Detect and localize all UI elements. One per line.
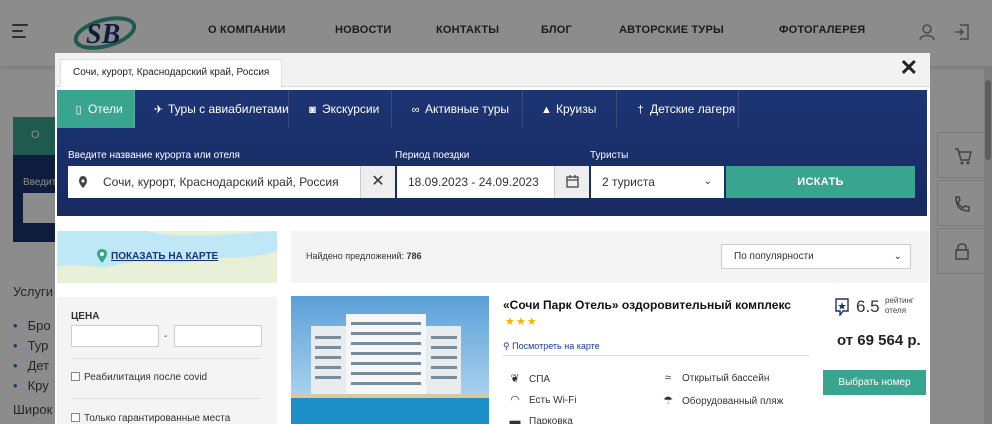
ship-icon: ▲ [541,104,552,116]
camera-icon: ◙ [309,104,316,116]
amenity-wifi: ◠ Есть Wi-Fi [507,393,576,406]
bicycle-icon: ∞ [411,104,420,116]
price-from-input[interactable] [71,325,159,347]
hotel-photo[interactable] [291,296,489,424]
tab-label: Детские лагеря [650,102,736,116]
covid-rehab-checkbox[interactable]: Реабилитация после covid [71,372,207,383]
plane-icon: ✈ [153,104,164,116]
swimmer-icon: ≈ [664,372,672,384]
found-label: Найдено предложений: [306,251,405,261]
tourists-label: Туристы [590,150,629,161]
clear-destination-icon[interactable]: ✕ [360,166,395,198]
search-tabs: ▯ Отели ✈ Туры с авиабилетами ◙ Экскурсии ∞… [57,90,927,128]
amenity-label: Оборудованный пляж [682,396,784,407]
results-bar: Найдено предложений: 786 По популярности… [291,231,929,283]
sort-value: По популярности [734,251,814,262]
amenity-spa: ❦ СПА [507,372,550,385]
hotel-map-link-label: Посмотреть на карте [512,341,600,351]
tab-hotels[interactable]: ▯ Отели [57,90,135,128]
filters-panel: ЦЕНА - Реабилитация после covid Только г… [57,297,277,424]
period-label: Период поездки [395,150,470,161]
tab-kids-camps[interactable]: † Детские лагеря [619,90,739,128]
search-panel: ▯ Отели ✈ Туры с авиабилетами ◙ Экскурсии ∞… [57,90,927,216]
search-modal: Сочи, курорт, Краснодарский край, Россия… [55,53,930,424]
amenity-label: Парковка [529,416,573,424]
chevron-down-icon: ⌄ [703,176,712,187]
checkbox-label: Только гарантированные места [84,413,231,424]
calendar-icon[interactable] [554,166,589,198]
guaranteed-places-checkbox[interactable]: Только гарантированные места [71,413,230,424]
destination-value: Сочи, курорт, Краснодарский край, Россия [103,175,339,189]
amenity-beach: ☂ Оборудованный пляж [660,394,783,407]
hotel-icon: ▯ [75,104,82,116]
checkbox-label: Реабилитация после covid [84,372,208,383]
amenity-label: Есть Wi-Fi [529,395,577,406]
tourists-value: 2 туриста [602,175,655,189]
chevron-down-icon: ⌄ [893,251,902,262]
tab-label: Экскурсии [322,102,380,116]
tab-flights[interactable]: ✈ Туры с авиабилетами [137,90,289,128]
rating-value: 6.5 [856,297,880,316]
wifi-icon: ◠ [510,394,520,406]
hotel-map-link[interactable]: ⚲ Посмотреть на карте [503,341,600,352]
hotel-stars: ★★★ [505,316,538,328]
show-on-map-link[interactable]: ПОКАЗАТЬ НА КАРТЕ [111,251,218,262]
amenity-label: СПА [529,374,551,385]
price-filter-title: ЦЕНА [71,311,100,322]
period-input[interactable]: 18.09.2023 - 24.09.2023 [397,166,554,198]
close-icon[interactable]: ✕ [900,57,918,79]
checkbox-box[interactable] [71,413,80,422]
filter-divider [71,358,261,359]
map-preview[interactable]: ПОКАЗАТЬ НА КАРТЕ [57,231,277,283]
period-value: 18.09.2023 - 24.09.2023 [408,175,539,189]
tourists-select[interactable]: 2 туриста ⌄ [591,166,724,198]
search-button[interactable]: ИСКАТЬ [726,166,915,198]
hotel-price: от 69 564 р. [837,332,921,349]
checkbox-box[interactable] [71,372,80,381]
child-icon: † [637,104,644,116]
tab-excursions[interactable]: ◙ Экскурсии [291,90,392,128]
tab-label: Круизы [556,102,597,116]
lotus-icon: ❦ [510,373,520,385]
found-offers: Найдено предложений: 786 [306,251,422,261]
amenity-pool: ≈ Открытый бассейн [660,372,769,384]
choose-room-button[interactable]: Выбрать номер [823,370,926,395]
destination-input[interactable]: Сочи, курорт, Краснодарский край, Россия [68,166,360,198]
hotel-photo-image [291,296,489,424]
filter-divider [71,398,261,399]
location-tab[interactable]: Сочи, курорт, Краснодарский край, Россия [60,59,283,87]
car-icon: ▬ [509,415,521,424]
beach-umbrella-icon: ☂ [663,395,673,407]
tab-label: Туры с авиабилетами [168,102,289,116]
location-pin-icon [78,166,88,210]
sort-select[interactable]: По популярности ⌄ [721,244,911,269]
modal-top-bar: Сочи, курорт, Краснодарский край, Россия… [55,53,930,87]
tab-active-tours[interactable]: ∞ Активные туры [394,90,523,128]
map-pin-icon [97,249,107,263]
hotel-name[interactable]: «Сочи Парк Отель» оздоровительный компле… [503,298,791,312]
tab-label: Отели [88,102,123,116]
rating-label: рейтинг отеля [885,296,914,315]
price-dash: - [164,331,168,342]
card-divider [503,355,809,356]
amenity-parking: ▬ Парковка [507,415,573,424]
tab-label: Активные туры [425,102,510,116]
rating-star-icon [835,298,849,316]
amenity-label: Открытый бассейн [682,373,770,384]
found-count: 786 [406,251,422,261]
map-pin-icon: ⚲ [503,341,510,351]
price-to-input[interactable] [174,325,262,347]
destination-label: Введите название курорта или отеля [68,150,240,161]
tab-cruises[interactable]: ▲ Круизы [525,90,617,128]
